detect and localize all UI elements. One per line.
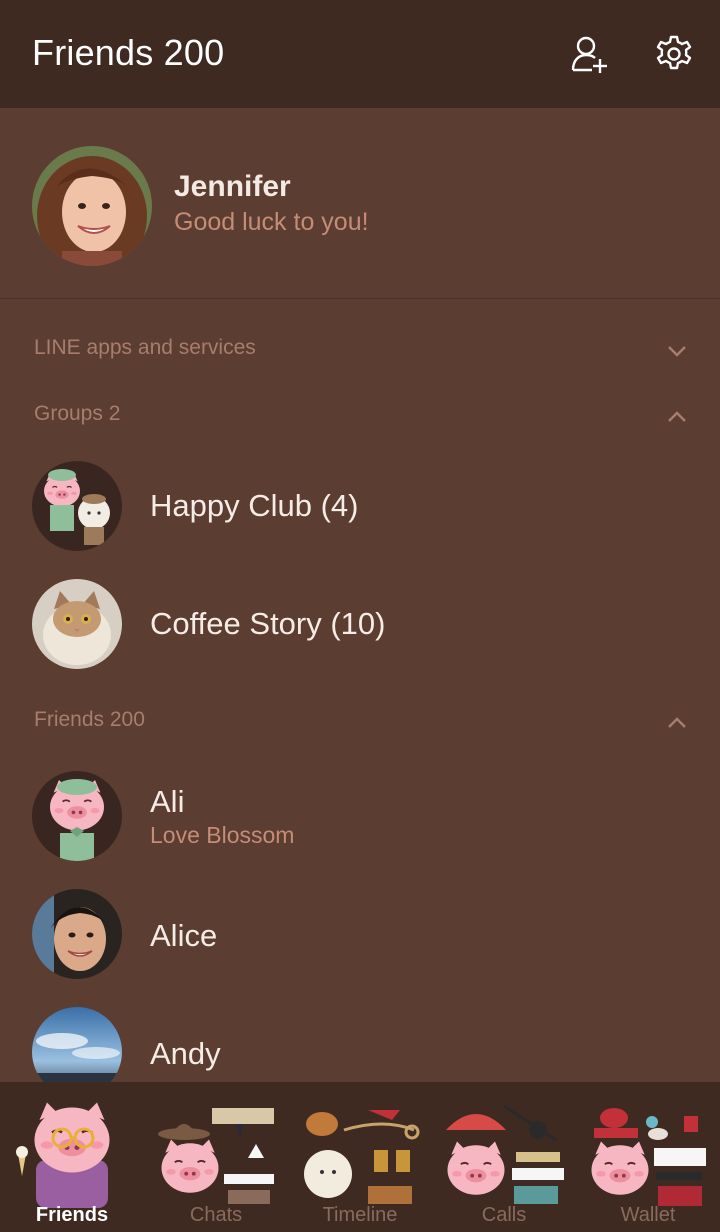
section-label: Friends 200 xyxy=(34,708,145,731)
group-name: Coffee Story (10) xyxy=(150,606,386,641)
tab-label: Chats xyxy=(189,1204,243,1226)
tab-friends[interactable]: Friends xyxy=(0,1082,144,1232)
friends-screen: Friends 200 Jennifer Good luck to you! L… xyxy=(0,0,720,1232)
add-friend-icon[interactable] xyxy=(570,34,610,74)
friend-avatar[interactable] xyxy=(32,771,122,861)
section-friends[interactable]: Friends 200 xyxy=(0,702,720,742)
tab-label: Friends xyxy=(35,1204,109,1226)
top-header: Friends 200 xyxy=(0,0,720,108)
header-title: Friends 200 xyxy=(32,32,225,73)
group-avatar[interactable] xyxy=(32,461,122,551)
section-label: Groups 2 xyxy=(34,402,121,425)
my-profile[interactable]: Jennifer Good luck to you! xyxy=(0,108,720,299)
bottom-tab-bar: Friends Chats Timeline Calls Wallet xyxy=(0,1082,720,1232)
section-groups[interactable]: Groups 2 xyxy=(0,396,720,436)
group-row-coffee-story[interactable]: Coffee Story (10) xyxy=(0,574,720,674)
group-name: Happy Club (4) xyxy=(150,488,359,523)
friend-status-message: Love Blossom xyxy=(150,822,295,848)
chevron-down-icon[interactable] xyxy=(666,340,688,362)
friend-name: Ali xyxy=(150,784,185,819)
profile-status-message: Good luck to you! xyxy=(174,208,369,236)
friend-row-ali[interactable]: Ali Love Blossom xyxy=(0,766,720,866)
gear-icon[interactable] xyxy=(654,34,694,74)
chevron-up-icon[interactable] xyxy=(666,712,688,734)
section-line-apps[interactable]: LINE apps and services xyxy=(0,330,720,370)
tab-chats[interactable]: Chats xyxy=(144,1082,288,1232)
tab-label: Calls xyxy=(481,1204,527,1226)
friend-row-alice[interactable]: Alice xyxy=(0,884,720,984)
tab-calls[interactable]: Calls xyxy=(432,1082,576,1232)
tab-label: Timeline xyxy=(322,1204,398,1226)
tab-timeline[interactable]: Timeline xyxy=(288,1082,432,1232)
friend-name: Alice xyxy=(150,918,218,953)
section-label: LINE apps and services xyxy=(34,336,256,359)
group-avatar[interactable] xyxy=(32,579,122,669)
profile-name: Jennifer xyxy=(174,170,291,203)
friend-name: Andy xyxy=(150,1036,221,1071)
friend-avatar[interactable] xyxy=(32,889,122,979)
chevron-up-icon[interactable] xyxy=(666,406,688,428)
profile-avatar[interactable] xyxy=(32,146,152,266)
group-row-happy-club[interactable]: Happy Club (4) xyxy=(0,456,720,556)
tab-label: Wallet xyxy=(620,1204,676,1226)
tab-wallet[interactable]: Wallet xyxy=(576,1082,720,1232)
